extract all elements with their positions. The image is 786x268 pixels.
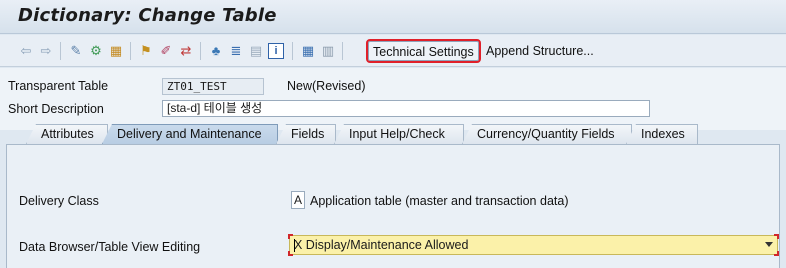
tab-content-panel: Delivery Class A Application table (mast… — [6, 144, 780, 268]
display-object-list-icon[interactable]: ⇄ — [178, 43, 194, 59]
toolbar-separator — [342, 42, 343, 60]
toolbar-separator — [130, 42, 131, 60]
focus-corner — [774, 234, 779, 239]
data-browser-dropdown[interactable]: X Display/Maintenance Allowed — [288, 234, 779, 256]
delivery-class-input[interactable]: A — [291, 191, 305, 209]
tab-currency-quantity-fields[interactable]: Currency/Quantity Fields — [462, 124, 632, 144]
focus-corner — [288, 251, 293, 256]
where-used-icon[interactable]: ✐ — [158, 43, 174, 59]
tab-input-help-check[interactable]: Input Help/Check — [334, 124, 464, 144]
data-browser-value: X Display/Maintenance Allowed — [294, 238, 469, 252]
table-header: Transparent Table ZT01_TEST New(Revised)… — [0, 68, 786, 130]
toolbar-separator — [292, 42, 293, 60]
contents-icon[interactable]: ▥ — [320, 43, 336, 59]
chevron-down-icon[interactable] — [765, 242, 773, 247]
focus-corner — [288, 234, 293, 239]
toolbar-separator — [60, 42, 61, 60]
delivery-class-label: Delivery Class — [19, 194, 99, 208]
tab-fields[interactable]: Fields — [276, 124, 336, 144]
tab-attributes[interactable]: Attributes — [26, 124, 108, 144]
info-icon[interactable]: i — [268, 43, 284, 59]
data-browser-label: Data Browser/Table View Editing — [19, 240, 201, 254]
title-bar: Dictionary: Change Table — [0, 0, 786, 34]
hierarchy-icon[interactable]: ♣ — [208, 43, 224, 59]
tab-delivery-and-maintenance[interactable]: Delivery and Maintenance — [102, 124, 278, 144]
toolbar-separator — [200, 42, 201, 60]
text-cursor — [294, 239, 295, 252]
tabstrip: Attributes Delivery and Maintenance Fiel… — [0, 124, 786, 144]
activate-icon[interactable]: ⚑ — [138, 43, 154, 59]
window-title: Dictionary: Change Table — [18, 5, 277, 26]
check-icon[interactable]: ▦ — [108, 43, 124, 59]
grid-icon[interactable]: ▦ — [300, 43, 316, 59]
back-icon[interactable]: ⇦ — [18, 43, 34, 59]
tab-indexes[interactable]: Indexes — [626, 124, 698, 144]
short-description-input[interactable]: [sta-d] 테이블 생성 — [162, 100, 650, 117]
table-status: New(Revised) — [287, 79, 366, 93]
forward-icon[interactable]: ⇨ — [38, 43, 54, 59]
application-toolbar: ⇦ ⇨ ✎ ⚙ ▦ ⚑ ✐ ⇄ ♣ ≣ ▤ i ▦ ▥ Technical Se… — [0, 35, 786, 67]
list-icon[interactable]: ≣ — [228, 43, 244, 59]
delivery-class-text: Application table (master and transactio… — [310, 194, 569, 208]
append-structure-button[interactable]: Append Structure... — [482, 41, 598, 61]
table-name-field: ZT01_TEST — [162, 78, 264, 95]
display-change-icon[interactable]: ✎ — [68, 43, 84, 59]
other-object-icon[interactable]: ⚙ — [88, 43, 104, 59]
technical-settings-button[interactable]: Technical Settings — [366, 39, 481, 63]
short-description-label: Short Description — [8, 102, 104, 116]
focus-corner — [774, 251, 779, 256]
table-icon[interactable]: ▤ — [248, 43, 264, 59]
table-type-label: Transparent Table — [8, 79, 109, 93]
